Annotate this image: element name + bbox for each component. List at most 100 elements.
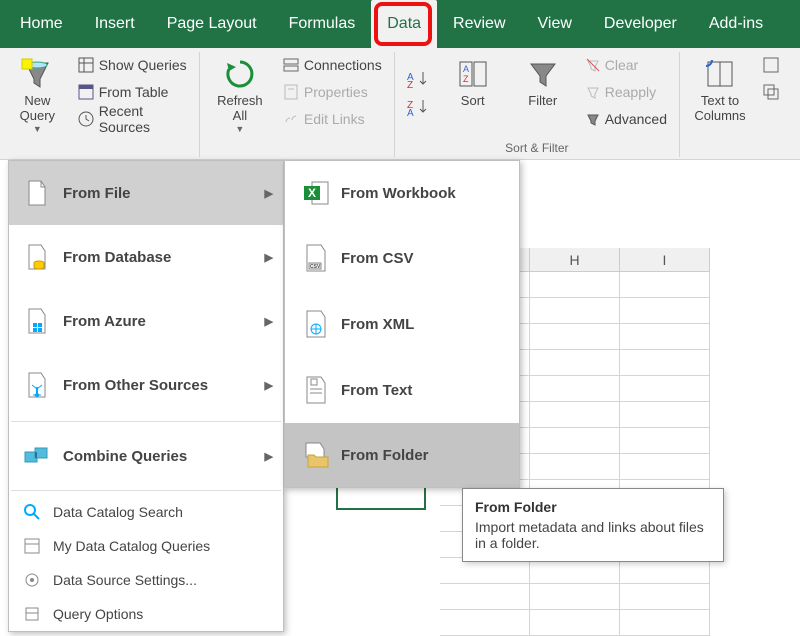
cell[interactable] xyxy=(440,584,530,610)
properties-icon xyxy=(282,83,300,101)
recent-sources-label: Recent Sources xyxy=(99,103,187,135)
cell[interactable] xyxy=(530,272,620,298)
menu-from-file[interactable]: From File ▶ xyxy=(9,161,283,225)
recent-sources-button[interactable]: Recent Sources xyxy=(73,106,191,132)
svg-text:X: X xyxy=(308,186,316,200)
menu-from-database-label: From Database xyxy=(63,249,171,266)
menu-from-other[interactable]: From Other Sources▶ xyxy=(9,353,283,417)
menu-options-label: Query Options xyxy=(53,606,143,622)
cell[interactable] xyxy=(620,324,710,350)
sort-label: Sort xyxy=(461,94,485,109)
properties-button: Properties xyxy=(278,79,386,105)
tab-page-layout[interactable]: Page Layout xyxy=(151,0,273,48)
database-icon xyxy=(21,243,53,271)
menu-combine-label: Combine Queries xyxy=(63,448,187,465)
filter-icon xyxy=(525,56,561,92)
cell[interactable] xyxy=(530,610,620,636)
menu-my-catalog[interactable]: My Data Catalog Queries xyxy=(9,529,283,563)
tab-insert[interactable]: Insert xyxy=(79,0,151,48)
cell[interactable] xyxy=(620,610,710,636)
menu-catalog-search[interactable]: Data Catalog Search xyxy=(9,495,283,529)
tab-review[interactable]: Review xyxy=(437,0,521,48)
menu-query-options[interactable]: Query Options xyxy=(9,597,283,631)
cell[interactable] xyxy=(620,454,710,480)
tab-view[interactable]: View xyxy=(522,0,588,48)
arrow-right-icon: ▶ xyxy=(265,187,273,200)
tooltip: From Folder Import metadata and links ab… xyxy=(462,488,724,562)
menu-from-xml[interactable]: From XML xyxy=(285,291,519,357)
tab-developer[interactable]: Developer xyxy=(588,0,693,48)
cell[interactable] xyxy=(620,350,710,376)
sort-asc-button[interactable]: AZ xyxy=(405,68,433,88)
edit-links-label: Edit Links xyxy=(304,111,365,127)
menu-from-azure-label: From Azure xyxy=(63,313,146,330)
menu-from-csv[interactable]: CSVFrom CSV xyxy=(285,225,519,291)
reapply-label: Reapply xyxy=(605,84,656,100)
from-table-label: From Table xyxy=(99,84,169,100)
menu-my-catalog-label: My Data Catalog Queries xyxy=(53,538,210,554)
other-sources-icon xyxy=(21,371,53,399)
cell[interactable] xyxy=(620,376,710,402)
properties-label: Properties xyxy=(304,84,368,100)
advanced-button[interactable]: Advanced xyxy=(581,106,671,132)
cell[interactable] xyxy=(530,454,620,480)
azure-icon xyxy=(21,307,53,335)
tab-formulas[interactable]: Formulas xyxy=(273,0,372,48)
cell[interactable] xyxy=(530,584,620,610)
menu-combine-queries[interactable]: Combine Queries▶ xyxy=(9,426,283,486)
clear-label: Clear xyxy=(605,57,638,73)
text-to-columns-icon xyxy=(702,56,738,92)
menu-from-file-label: From File xyxy=(63,185,131,202)
menu-from-workbook[interactable]: XFrom Workbook xyxy=(285,161,519,225)
refresh-all-label: Refresh All xyxy=(217,94,263,124)
remove-dup-button[interactable] xyxy=(758,79,784,105)
cell[interactable] xyxy=(620,584,710,610)
menu-from-folder[interactable]: From Folder xyxy=(285,423,519,487)
cell[interactable] xyxy=(530,324,620,350)
flash-fill-button[interactable] xyxy=(758,52,784,78)
tooltip-body: Import metadata and links about files in… xyxy=(475,519,711,551)
text-to-columns-button[interactable]: Text to Columns xyxy=(688,52,752,128)
folder-icon xyxy=(299,441,333,469)
cell[interactable] xyxy=(440,610,530,636)
edit-links-button: Edit Links xyxy=(278,106,386,132)
new-query-button[interactable]: New Query ▼ xyxy=(8,52,67,138)
menu-data-source-settings[interactable]: Data Source Settings... xyxy=(9,563,283,597)
options-icon xyxy=(21,605,43,623)
tab-home[interactable]: Home xyxy=(4,0,79,48)
file-icon xyxy=(21,179,53,207)
excel-icon: X xyxy=(299,179,333,207)
clear-button: Clear xyxy=(581,52,671,78)
edit-links-icon xyxy=(282,110,300,128)
cell[interactable] xyxy=(530,428,620,454)
cell[interactable] xyxy=(620,272,710,298)
filter-button[interactable]: Filter xyxy=(511,52,575,132)
menu-xml-label: From XML xyxy=(341,316,414,333)
menu-text-label: From Text xyxy=(341,382,412,399)
connections-button[interactable]: Connections xyxy=(278,52,386,78)
menu-from-text[interactable]: From Text xyxy=(285,357,519,423)
new-query-icon xyxy=(19,56,55,92)
from-table-button[interactable]: From Table xyxy=(73,79,191,105)
col-header-h[interactable]: H xyxy=(530,248,620,271)
sort-desc-button[interactable]: ZA xyxy=(405,96,433,116)
menu-from-database[interactable]: From Database▶ xyxy=(9,225,283,289)
col-header-i[interactable]: I xyxy=(620,248,710,271)
cell[interactable] xyxy=(530,402,620,428)
menu-from-azure[interactable]: From Azure▶ xyxy=(9,289,283,353)
cell[interactable] xyxy=(530,376,620,402)
tab-data[interactable]: Data xyxy=(371,0,437,48)
tab-add-ins[interactable]: Add-ins xyxy=(693,0,779,48)
combine-icon xyxy=(21,444,53,468)
cell[interactable] xyxy=(620,402,710,428)
cell[interactable] xyxy=(620,428,710,454)
cell[interactable] xyxy=(620,298,710,324)
catalog-icon xyxy=(21,537,43,555)
show-queries-button[interactable]: Show Queries xyxy=(73,52,191,78)
cell[interactable] xyxy=(530,298,620,324)
tooltip-title: From Folder xyxy=(475,499,711,515)
refresh-all-button[interactable]: Refresh All ▼ xyxy=(208,52,272,138)
cell[interactable] xyxy=(530,350,620,376)
sort-button[interactable]: AZSort xyxy=(441,52,505,132)
csv-icon: CSV xyxy=(299,243,333,273)
